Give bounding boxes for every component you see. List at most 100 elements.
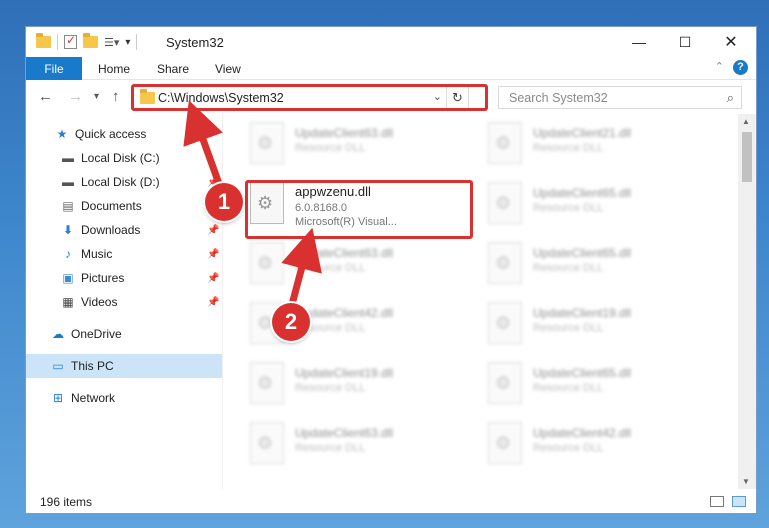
drive-icon: ▬ xyxy=(62,151,74,165)
drive-icon: ▬ xyxy=(62,175,74,189)
file-highlight-box xyxy=(245,180,473,239)
file-item[interactable]: UpdateClient63.dll Resource DLL xyxy=(250,418,480,468)
vertical-scrollbar[interactable]: ▲ ▼ xyxy=(738,114,756,489)
details-view-icon[interactable] xyxy=(710,496,724,507)
file-name: UpdateClient63.dll xyxy=(295,426,394,440)
sidebar-item-videos[interactable]: ▦ Videos 📌 xyxy=(26,290,222,314)
dropdown-icon[interactable]: ▾ xyxy=(125,37,130,48)
sidebar-item-documents[interactable]: ▤ Documents 📌 xyxy=(26,194,222,218)
pane-divider[interactable] xyxy=(222,114,223,489)
status-bar: 196 items xyxy=(26,489,756,513)
tab-share[interactable]: Share xyxy=(157,62,189,76)
sidebar-item-label: Pictures xyxy=(81,271,125,285)
step-badge-2: 2 xyxy=(272,303,310,341)
file-item[interactable]: UpdateClient21.dll Resource DLL xyxy=(488,118,718,168)
file-name: UpdateClient63.dll xyxy=(295,126,394,140)
up-arrow-icon[interactable]: ↑ xyxy=(112,88,120,105)
document-icon: ▤ xyxy=(62,199,74,213)
sidebar-item-pictures[interactable]: ▣ Pictures 📌 xyxy=(26,266,222,290)
tab-view[interactable]: View xyxy=(215,62,241,76)
tab-home[interactable]: Home xyxy=(98,62,130,76)
file-name: UpdateClient19.dll xyxy=(533,306,632,320)
dll-file-icon xyxy=(488,242,522,284)
file-list: UpdateClient63.dll Resource DLL UpdateCl… xyxy=(226,114,738,489)
file-item[interactable]: UpdateClient63.dll Resource DLL xyxy=(250,238,480,288)
search-icon[interactable]: ⌕ xyxy=(727,90,734,106)
scroll-down-icon[interactable]: ▼ xyxy=(742,477,750,486)
file-type: Resource DLL xyxy=(533,442,604,454)
sidebar-item-local-disk-c[interactable]: ▬ Local Disk (C:) xyxy=(26,146,222,170)
file-item[interactable]: UpdateClient65.dll Resource DLL xyxy=(488,358,718,408)
sidebar-item-quick-access[interactable]: ★ Quick access xyxy=(26,122,222,146)
minimize-button[interactable]: — xyxy=(616,27,662,57)
help-icon[interactable]: ? xyxy=(733,60,748,75)
download-icon: ⬇ xyxy=(62,223,74,237)
file-item[interactable]: UpdateClient63.dll Resource DLL xyxy=(250,118,480,168)
search-placeholder: Search System32 xyxy=(509,90,608,105)
file-type: Resource DLL xyxy=(295,442,366,454)
new-folder-icon[interactable] xyxy=(83,33,98,48)
sidebar-item-downloads[interactable]: ⬇ Downloads 📌 xyxy=(26,218,222,242)
divider xyxy=(57,34,58,50)
step-badge-1: 1 xyxy=(205,183,243,221)
pin-icon: 📌 xyxy=(207,224,220,236)
navigation-pane: ★ Quick access ▬ Local Disk (C:) ▬ Local… xyxy=(26,114,222,489)
file-type: Resource DLL xyxy=(533,322,604,334)
file-type: Resource DLL xyxy=(295,262,366,274)
sidebar-item-label: Music xyxy=(81,247,113,261)
sidebar-item-label: This PC xyxy=(71,359,114,373)
sidebar-item-label: Documents xyxy=(81,199,142,213)
sidebar-item-local-disk-d[interactable]: ▬ Local Disk (D:) 📌 xyxy=(26,170,222,194)
customize-toolbar-icon[interactable]: ☰▾ xyxy=(104,36,119,49)
file-item[interactable]: UpdateClient19.dll Resource DLL xyxy=(488,298,718,348)
sidebar-item-network[interactable]: ⊞ Network xyxy=(26,386,222,410)
pin-icon: 📌 xyxy=(207,248,220,260)
file-type: Resource DLL xyxy=(533,262,604,274)
folder-icon[interactable] xyxy=(36,33,51,48)
sidebar-item-music[interactable]: ♪ Music 📌 xyxy=(26,242,222,266)
dll-file-icon xyxy=(250,122,284,164)
dll-file-icon xyxy=(488,182,522,224)
cloud-icon: ☁ xyxy=(52,327,64,341)
tab-file[interactable]: File xyxy=(26,57,82,80)
file-name: UpdateClient63.dll xyxy=(295,246,394,260)
network-icon: ⊞ xyxy=(52,391,64,405)
file-type: Resource DLL xyxy=(533,202,604,214)
window-title: System32 xyxy=(166,35,224,50)
quick-access-toolbar: ☰▾ ▾ xyxy=(36,33,138,50)
search-input[interactable]: Search System32 ⌕ xyxy=(498,86,742,109)
dll-file-icon xyxy=(250,242,284,284)
sidebar-item-label: Local Disk (C:) xyxy=(81,151,160,165)
scroll-up-icon[interactable]: ▲ xyxy=(742,117,750,126)
dll-file-icon xyxy=(488,422,522,464)
file-type: Resource DLL xyxy=(533,142,604,154)
large-icons-view-icon[interactable] xyxy=(732,496,746,507)
music-icon: ♪ xyxy=(65,247,71,261)
file-item[interactable]: UpdateClient65.dll Resource DLL xyxy=(488,178,718,228)
file-item[interactable]: UpdateClient42.dll Resource DLL xyxy=(488,418,718,468)
dll-file-icon xyxy=(488,122,522,164)
item-count: 196 items xyxy=(40,495,93,509)
address-highlight-box xyxy=(131,84,488,111)
video-icon: ▦ xyxy=(62,295,74,309)
sidebar-item-onedrive[interactable]: ☁ OneDrive xyxy=(26,322,222,346)
maximize-button[interactable]: ☐ xyxy=(662,27,708,57)
back-arrow-icon[interactable]: ← xyxy=(38,88,53,105)
close-button[interactable]: ✕ xyxy=(708,27,754,57)
properties-icon[interactable] xyxy=(64,33,77,49)
sidebar-item-label: Network xyxy=(71,391,116,405)
file-item[interactable]: UpdateClient19.dll Resource DLL xyxy=(250,358,480,408)
file-name: UpdateClient21.dll xyxy=(533,126,632,140)
sidebar-item-label: Videos xyxy=(81,295,118,309)
divider xyxy=(136,34,138,50)
recent-locations-icon[interactable]: ▾ xyxy=(94,91,99,102)
collapse-ribbon-icon[interactable]: ⌃ xyxy=(715,60,724,73)
forward-arrow-icon[interactable]: → xyxy=(68,88,83,105)
file-item[interactable]: UpdateClient65.dll Resource DLL xyxy=(488,238,718,288)
dll-file-icon xyxy=(250,422,284,464)
star-icon: ★ xyxy=(56,127,68,141)
dll-file-icon xyxy=(488,302,522,344)
sidebar-item-this-pc[interactable]: ▭ This PC xyxy=(26,354,222,378)
scrollbar-thumb[interactable] xyxy=(742,132,752,182)
file-type: Resource DLL xyxy=(295,382,366,394)
